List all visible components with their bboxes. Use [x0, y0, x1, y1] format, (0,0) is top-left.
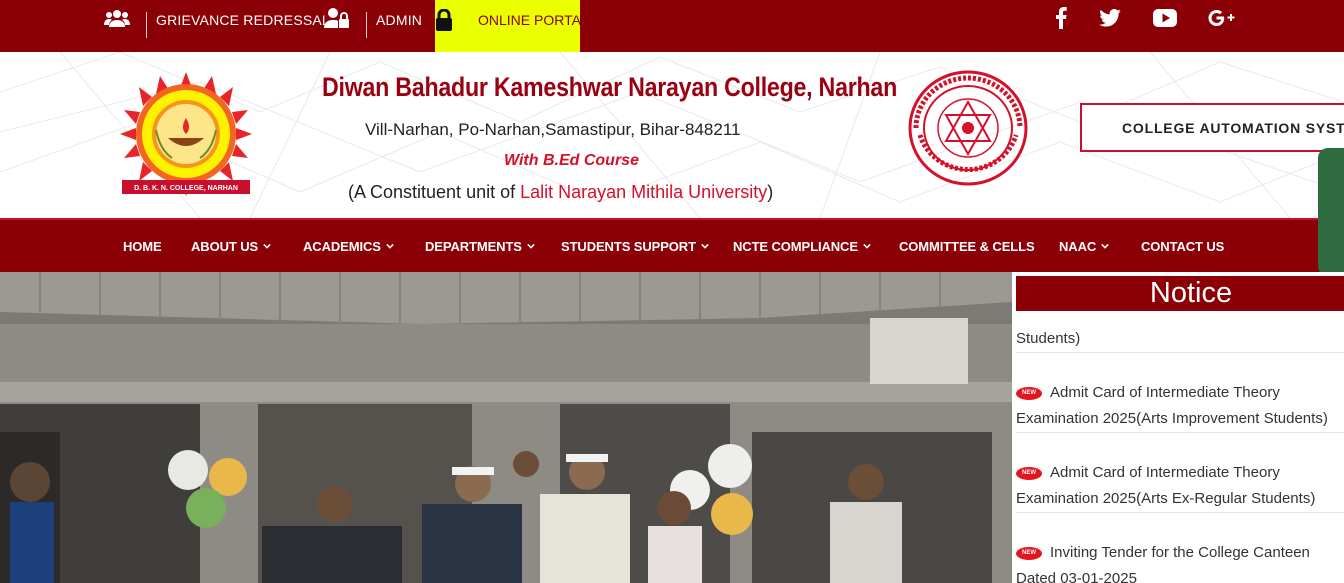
notice-item-line[interactable]: Dated 03-01-2025 [1016, 566, 1137, 583]
svg-text:D. B. K. N. COLLEGE, NARHAN: D. B. K. N. COLLEGE, NARHAN [134, 185, 238, 192]
chevron-down-icon [263, 243, 271, 249]
nav-label: CONTACT US [1141, 238, 1225, 254]
users-icon [104, 4, 130, 32]
college-event-photo [0, 272, 1012, 583]
grievance-link[interactable]: GRIEVANCE REDRESSAL [156, 0, 330, 40]
chevron-down-icon [527, 243, 535, 249]
nav-label: COMMITTEE & CELLS [899, 238, 1035, 254]
constituent-suffix: ) [767, 182, 774, 202]
notice-panel: Notice Students) NEW Admit Card of Interm… [1012, 272, 1344, 583]
university-seal [908, 70, 1028, 186]
nav-ncte-compliance[interactable]: NCTE COMPLIANCE [733, 220, 871, 272]
google-plus-icon[interactable] [1208, 4, 1236, 32]
chevron-down-icon [386, 243, 394, 249]
nav-label: ACADEMICS [303, 238, 381, 254]
university-link[interactable]: Lalit Narayan Mithila University [520, 182, 767, 202]
notice-title: Notice [1016, 276, 1344, 311]
notice-item-line: Inviting Tender for the College Canteen [1050, 544, 1310, 561]
nav-home[interactable]: HOME [123, 220, 162, 272]
nav-label: ABOUT US [191, 238, 259, 254]
notice-item-line: Admit Card of Intermediate Theory [1050, 464, 1280, 481]
lock-icon [435, 6, 453, 34]
college-automation-button[interactable]: COLLEGE AUTOMATION SYSTEM [1080, 103, 1344, 152]
notice-fragment[interactable]: Students) [1016, 326, 1080, 352]
facebook-icon[interactable] [1053, 4, 1069, 32]
nav-label: DEPARTMENTS [425, 238, 522, 254]
chevron-down-icon [701, 243, 709, 249]
new-badge: NEW [1016, 386, 1042, 400]
youtube-icon[interactable] [1152, 4, 1178, 32]
nav-label: STUDENTS SUPPORT [561, 238, 696, 254]
notice-item-line[interactable]: Examination 2025(Arts Ex-Regular Student… [1016, 486, 1315, 512]
chevron-down-icon [863, 243, 871, 249]
nav-students-support[interactable]: STUDENTS SUPPORT [561, 220, 709, 272]
nav-academics[interactable]: ACADEMICS [303, 220, 394, 272]
notice-item[interactable]: NEW Admit Card of Intermediate Theory [1016, 460, 1280, 486]
notice-item[interactable]: NEW Admit Card of Intermediate Theory [1016, 380, 1280, 406]
course-tagline: With B.Ed Course [504, 152, 639, 169]
admin-link[interactable]: ADMIN [376, 0, 422, 40]
nav-naac[interactable]: NAAC [1059, 220, 1109, 272]
main-navigation: HOME ABOUT US ACADEMICS DEPARTMENTS STUD… [0, 218, 1344, 272]
notice-item-line[interactable]: Examination 2025(Arts Improvement Studen… [1016, 406, 1328, 432]
new-badge: NEW [1016, 546, 1042, 560]
nav-label: NCTE COMPLIANCE [733, 238, 858, 254]
nav-about-us[interactable]: ABOUT US [191, 220, 271, 272]
site-header: D. B. K. N. COLLEGE, NARHAN Diwan Bahadu… [0, 52, 1344, 218]
chevron-down-icon [1101, 243, 1109, 249]
nav-label: NAAC [1059, 238, 1097, 254]
divider [366, 12, 367, 38]
constituent-text: (A Constituent unit of Lalit Narayan Mit… [348, 182, 773, 203]
constituent-prefix: (A Constituent unit of [348, 182, 521, 202]
notice-item-line: Admit Card of Intermediate Theory [1050, 384, 1280, 401]
hero-photo [0, 272, 1012, 583]
user-lock-icon [324, 4, 350, 32]
new-badge: NEW [1016, 466, 1042, 480]
college-name: Diwan Bahadur Kameshwar Narayan College,… [322, 72, 898, 102]
notice-item[interactable]: NEW Inviting Tender for the College Cante… [1016, 540, 1310, 566]
twitter-icon[interactable] [1098, 4, 1122, 32]
divider [146, 12, 147, 38]
college-logo: D. B. K. N. COLLEGE, NARHAN [120, 72, 252, 196]
nav-label: HOME [123, 238, 162, 254]
divider [1016, 432, 1344, 433]
nav-committee-cells[interactable]: COMMITTEE & CELLS [899, 220, 1035, 272]
divider [1016, 352, 1344, 353]
college-address: Vill-Narhan, Po-Narhan,Samastipur, Bihar… [365, 120, 741, 139]
divider [1016, 512, 1344, 513]
nav-departments[interactable]: DEPARTMENTS [425, 220, 535, 272]
nav-contact-us[interactable]: CONTACT US [1141, 220, 1224, 272]
online-portal-link[interactable]: ONLINE PORTAL [478, 0, 589, 40]
side-widget-tab[interactable] [1318, 148, 1344, 276]
top-bar: GRIEVANCE REDRESSAL ADMIN ONLINE PORTAL [0, 0, 1344, 52]
